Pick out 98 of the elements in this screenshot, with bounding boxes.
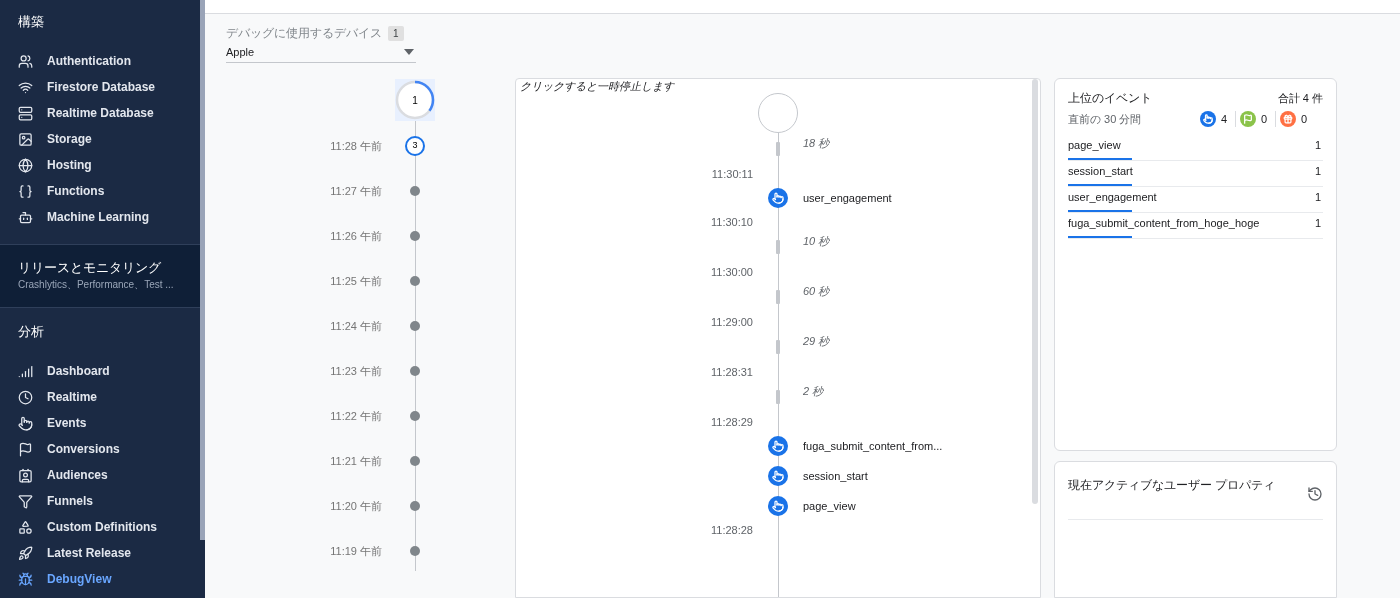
minute-time: 11:22 午前 <box>330 409 382 423</box>
nav-item[interactable]: Custom Definitions <box>0 514 200 540</box>
nav-item[interactable]: DebugView <box>0 566 200 592</box>
event-marker[interactable] <box>768 436 788 456</box>
nav-item[interactable]: Functions <box>0 178 200 204</box>
pointer-hand-icon <box>772 192 784 204</box>
gap-duration: 10 秒 <box>803 234 830 249</box>
wifi-icon <box>18 79 33 95</box>
timestamp: 11:30:11 <box>711 166 753 182</box>
event-row[interactable]: fuga_submit_content_from_hoge_hoge 1 <box>1068 213 1323 239</box>
timestamp: 11:30:00 <box>711 264 753 280</box>
history-icon[interactable] <box>1307 486 1323 502</box>
timestamp: 11:28:28 <box>711 522 753 538</box>
minute-time: 11:28 午前 <box>330 139 382 153</box>
gap-duration: 60 秒 <box>803 284 830 299</box>
event-name[interactable]: page_view <box>803 497 856 515</box>
event-row[interactable]: session_start 1 <box>1068 161 1323 187</box>
gap-duration: 2 秒 <box>803 384 824 399</box>
contact-card-icon <box>18 467 33 483</box>
filter-icon <box>18 493 33 509</box>
nav-item[interactable]: Audiences <box>0 462 200 488</box>
nav-item[interactable]: Hosting <box>0 152 200 178</box>
clock-icon <box>18 389 33 405</box>
card-title: 現在アクティブなユーザー プロパティ <box>1068 477 1276 494</box>
event-count: 1 <box>1314 137 1321 153</box>
nav-item[interactable]: Latest Release <box>0 540 200 566</box>
flag-icon <box>18 441 33 457</box>
pause-hint: クリックすると一時停止します <box>519 79 676 93</box>
robot-icon <box>18 209 33 225</box>
device-select[interactable]: デバッグに使用するデバイス 1 Apple <box>226 24 416 63</box>
minute-time: 11:19 午前 <box>330 544 382 558</box>
section-heading: 構築 <box>17 13 45 31</box>
minute-count-badge[interactable]: 3 <box>405 136 425 156</box>
globe-icon <box>18 157 33 173</box>
nav-item[interactable]: Realtime <box>0 384 200 410</box>
minute-time: 11:20 午前 <box>330 499 382 513</box>
minute-time: 11:21 午前 <box>330 454 382 468</box>
shapes-icon <box>18 519 33 535</box>
select-label: デバッグに使用するデバイス <box>226 25 382 42</box>
minute-count: 1 <box>412 93 418 108</box>
event-row[interactable]: page_view 1 <box>1068 135 1323 161</box>
nav-item[interactable]: Dashboard <box>0 358 200 384</box>
dropdown-caret-icon <box>404 49 414 55</box>
section-title: リリースとモニタリング <box>18 259 162 277</box>
nav-item[interactable]: Realtime Database <box>0 100 200 126</box>
event-row[interactable]: user_engagement 1 <box>1068 187 1323 213</box>
progress-ring-icon <box>395 80 435 120</box>
device-count-badge: 1 <box>388 25 404 41</box>
minute-time: 11:23 午前 <box>330 364 382 378</box>
counter-value: 0 <box>1261 111 1269 127</box>
timestamp: 11:29:00 <box>711 314 753 330</box>
pointer-hand-icon <box>18 415 33 431</box>
counter-value: 4 <box>1221 111 1229 127</box>
minute-time: 11:24 午前 <box>330 319 382 333</box>
nav-section[interactable]: リリースとモニタリング Crashlytics、Performance、Test ... <box>0 245 200 308</box>
counter-value: 0 <box>1301 111 1309 127</box>
nav-item[interactable]: Funnels <box>0 488 200 514</box>
pointer-hand-icon <box>772 440 784 452</box>
section-subtitle: Crashlytics、Performance、Test ... <box>18 278 175 292</box>
users-icon <box>18 53 33 69</box>
current-minute-marker[interactable]: 1 <box>395 79 435 121</box>
event-count: 1 <box>1314 163 1321 179</box>
pointer-hand-icon <box>772 500 784 512</box>
rocket-icon <box>18 545 33 561</box>
event-count: 1 <box>1314 215 1321 231</box>
nav-item[interactable]: Authentication <box>0 48 200 74</box>
image-icon <box>18 131 33 147</box>
minute-time: 11:27 午前 <box>330 184 382 198</box>
nav-item[interactable]: Machine Learning <box>0 204 200 230</box>
event-name[interactable]: fuga_submit_content_from... <box>803 437 943 455</box>
period-label: 直前の 30 分間 <box>1068 111 1142 127</box>
pointer-hand-icon <box>772 470 784 482</box>
event-marker[interactable] <box>768 188 788 208</box>
gap-duration: 18 秒 <box>803 136 830 151</box>
event-name[interactable]: user_engagement <box>803 189 892 207</box>
minute-time: 11:25 午前 <box>330 274 382 288</box>
braces-icon <box>18 183 33 199</box>
event-marker[interactable] <box>768 466 788 486</box>
timestamp: 11:30:10 <box>711 214 753 230</box>
event-marker[interactable] <box>768 496 788 516</box>
timestamp: 11:28:31 <box>711 364 753 380</box>
event-name[interactable]: session_start <box>803 467 868 485</box>
nav-item[interactable]: Events <box>0 410 200 436</box>
total-count: 合計 4 件 <box>1277 90 1323 106</box>
scrollbar[interactable] <box>1032 79 1038 504</box>
section-heading: 分析 <box>17 323 45 341</box>
card-title: 上位のイベント <box>1068 90 1152 107</box>
scrollbar[interactable] <box>200 0 205 540</box>
timestamp: 11:28:29 <box>711 414 753 430</box>
bug-icon <box>18 571 33 587</box>
gap-duration: 29 秒 <box>803 334 830 349</box>
minute-time: 11:26 午前 <box>330 229 382 243</box>
signal-bars-icon <box>18 363 33 379</box>
nav-item[interactable]: Conversions <box>0 436 200 462</box>
event-count: 1 <box>1314 189 1321 205</box>
nav-item[interactable]: Storage <box>0 126 200 152</box>
nav-item[interactable]: Firestore Database <box>0 74 200 100</box>
server-icon <box>18 105 33 121</box>
